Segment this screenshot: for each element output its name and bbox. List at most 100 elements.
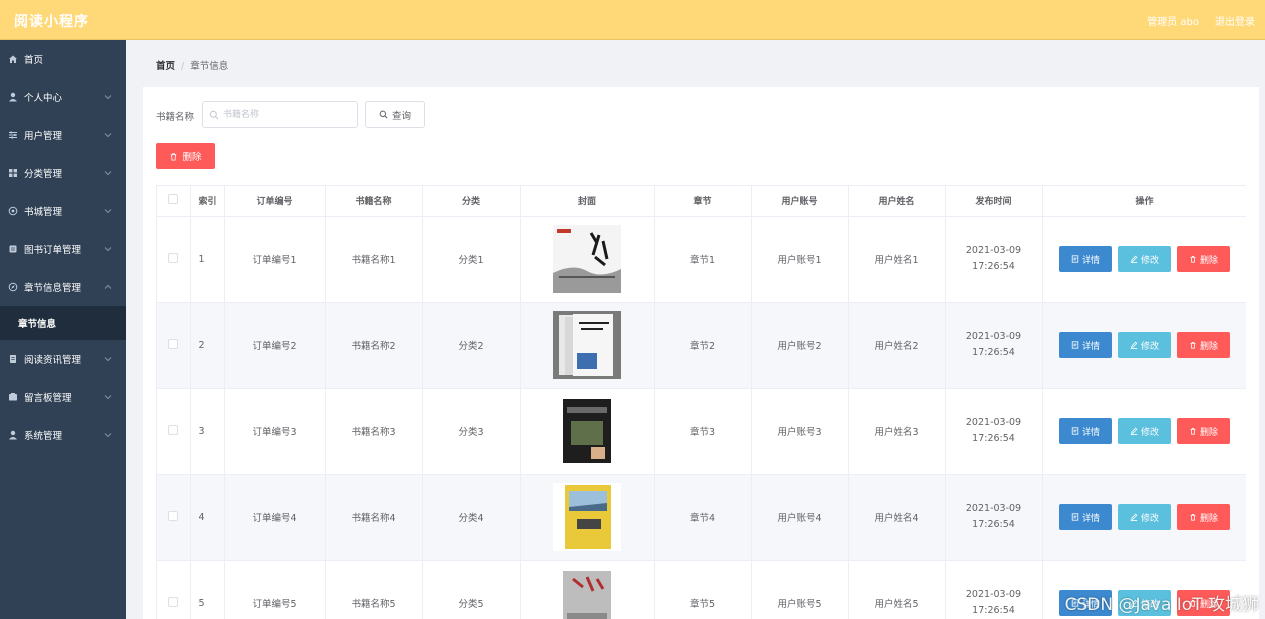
column-header: 书籍名称 [325, 186, 423, 217]
edit-button[interactable]: 修改 [1118, 418, 1171, 444]
select-all-checkbox[interactable] [168, 194, 179, 205]
user-name[interactable]: 管理员 abo [1147, 13, 1199, 28]
delete-button[interactable]: 删除 [1177, 332, 1230, 358]
chevron-down-icon [104, 209, 112, 214]
cell-category: 分类3 [422, 388, 521, 475]
row-checkbox[interactable] [168, 338, 179, 349]
query-button[interactable]: 查询 [365, 101, 425, 128]
sidebar-item-system[interactable]: 系统管理 [0, 416, 126, 454]
watermark: CSDN @Java IoT 攻城狮 [1064, 595, 1259, 615]
row-checkbox[interactable] [168, 252, 179, 263]
trash-icon [1190, 428, 1196, 435]
delete-button[interactable]: 删除 [1177, 504, 1230, 530]
cell-account: 用户账号5 [751, 560, 849, 619]
sidebar-item-board[interactable]: 留言板管理 [0, 378, 126, 416]
cell-time: 2021-03-09 17:26:54 [945, 388, 1043, 475]
cell-account: 用户账号4 [751, 474, 849, 561]
logout-button[interactable]: 退出登录 [1215, 13, 1255, 28]
breadcrumb-home[interactable]: 首页 [156, 61, 175, 72]
sidebar-item-label: 分类管理 [24, 169, 63, 180]
cell-chapter: 章节5 [654, 560, 752, 619]
book-cover-image [553, 397, 621, 465]
table-row: 1 订单编号1 书籍名称1 分类1 章节1 用户账号1 用户姓名1 2021-0… [157, 216, 1246, 303]
book-cover-image [553, 483, 621, 551]
sidebar-item-orders[interactable]: 图书订单管理 [0, 230, 126, 268]
delete-button[interactable]: 删除 [1177, 418, 1230, 444]
cell-time: 2021-03-09 17:26:54 [945, 560, 1043, 619]
search-input-box[interactable] [202, 101, 358, 128]
grid-icon [8, 168, 18, 178]
cell-cover [520, 388, 655, 475]
detail-button-label: 详情 [1081, 255, 1100, 266]
document-icon [1071, 513, 1079, 521]
detail-button[interactable]: 详情 [1059, 246, 1112, 272]
chevron-down-icon [104, 171, 112, 176]
sidebar-item-label: 章节信息 [18, 319, 57, 330]
table-row: 3 订单编号3 书籍名称3 分类3 章节3 用户账号3 用户姓名3 2021-0… [157, 388, 1246, 475]
cell-actions: 详情 修改 删除 [1042, 388, 1246, 475]
cell-time: 2021-03-09 17:26:54 [945, 216, 1043, 303]
sidebar-item-category[interactable]: 分类管理 [0, 154, 126, 192]
trash-icon [171, 152, 177, 161]
cell-order: 订单编号1 [224, 216, 326, 303]
row-checkbox[interactable] [168, 596, 179, 607]
edit-button-label: 修改 [1140, 341, 1159, 352]
doc-icon [8, 354, 18, 364]
row-checkbox[interactable] [168, 424, 179, 435]
breadcrumb-separator: / [181, 61, 185, 72]
chevron-down-icon [104, 133, 112, 138]
cell-book: 书籍名称1 [325, 216, 423, 303]
chevron-up-icon [104, 284, 112, 289]
cell-time: 2021-03-09 17:26:54 [945, 474, 1043, 561]
cell-index: 2 [190, 302, 225, 389]
sidebar-item-home[interactable]: 首页 [0, 40, 126, 78]
sidebar-item-users[interactable]: 用户管理 [0, 116, 126, 154]
book-cover-image [553, 569, 621, 619]
book-icon [8, 244, 18, 254]
document-icon [1071, 341, 1079, 349]
book-cover-image [553, 311, 621, 379]
cell-book: 书籍名称4 [325, 474, 423, 561]
column-header: 索引 [190, 186, 225, 217]
trash-icon [1190, 514, 1196, 521]
globe-icon [8, 206, 18, 216]
cell-order: 订单编号2 [224, 302, 326, 389]
cell-index: 5 [190, 560, 225, 619]
batch-delete-button[interactable]: 删除 [156, 143, 215, 169]
column-header: 用户账号 [751, 186, 849, 217]
cell-category: 分类4 [422, 474, 521, 561]
sidebar-subitem-chapter-info[interactable]: 章节信息 [0, 306, 126, 340]
detail-button[interactable]: 详情 [1059, 504, 1112, 530]
edit-button-label: 修改 [1140, 513, 1159, 524]
sidebar-item-chapter-manage[interactable]: 章节信息管理 [0, 268, 126, 306]
cell-name: 用户姓名4 [848, 474, 946, 561]
edit-button[interactable]: 修改 [1118, 332, 1171, 358]
delete-button[interactable]: 删除 [1177, 246, 1230, 272]
sliders-icon [8, 130, 18, 140]
detail-button[interactable]: 详情 [1059, 418, 1112, 444]
cell-name: 用户姓名5 [848, 560, 946, 619]
sidebar-item-news[interactable]: 阅读资讯管理 [0, 340, 126, 378]
edit-button[interactable]: 修改 [1118, 504, 1171, 530]
cell-name: 用户姓名2 [848, 302, 946, 389]
delete-button-label: 删除 [1199, 427, 1218, 438]
sidebar-item-label: 个人中心 [24, 93, 63, 104]
edit-button[interactable]: 修改 [1118, 246, 1171, 272]
sidebar-item-profile[interactable]: 个人中心 [0, 78, 126, 116]
table-row: 4 订单编号4 书籍名称4 分类4 章节4 用户账号4 用户姓名4 2021-0… [157, 474, 1246, 561]
sidebar-item-bookstore[interactable]: 书城管理 [0, 192, 126, 230]
cell-category: 分类5 [422, 560, 521, 619]
cell-name: 用户姓名3 [848, 388, 946, 475]
cell-chapter: 章节1 [654, 216, 752, 303]
cell-account: 用户账号2 [751, 302, 849, 389]
sidebar-item-label: 系统管理 [24, 431, 63, 442]
breadcrumb-area: 首页 / 章节信息 [126, 40, 1265, 87]
sidebar-item-label: 留言板管理 [24, 393, 72, 404]
search-input[interactable] [223, 106, 353, 124]
row-checkbox[interactable] [168, 510, 179, 521]
column-header: 章节 [654, 186, 752, 217]
search-icon [379, 110, 388, 119]
column-header: 发布时间 [945, 186, 1043, 217]
detail-button[interactable]: 详情 [1059, 332, 1112, 358]
delete-button-label: 删除 [1199, 341, 1218, 352]
